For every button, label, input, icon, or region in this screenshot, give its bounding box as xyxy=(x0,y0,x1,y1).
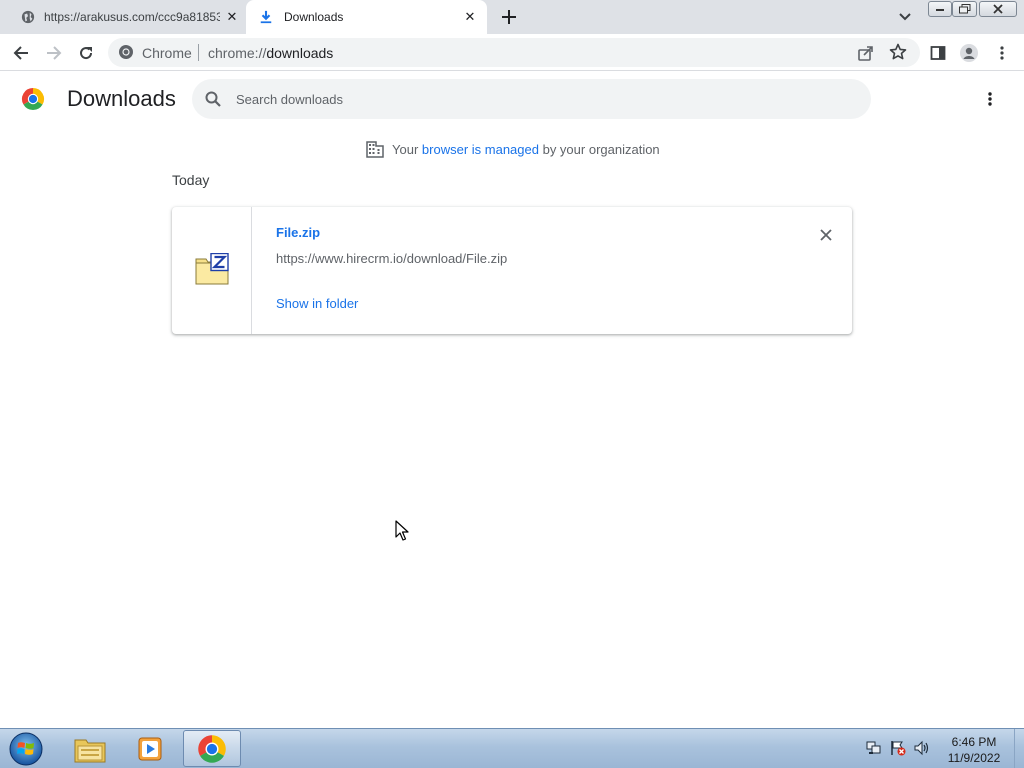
download-item: File.zip https://www.hirecrm.io/download… xyxy=(172,207,852,334)
profile-button[interactable] xyxy=(958,42,980,64)
tab-title: https://arakusus.com/ccc9a81853 xyxy=(44,10,220,24)
download-filename-link[interactable]: File.zip xyxy=(276,225,320,240)
download-icon xyxy=(258,9,274,25)
url-text[interactable]: chrome://downloads xyxy=(208,45,333,61)
site-label: Chrome xyxy=(142,45,192,61)
globe-icon xyxy=(20,9,36,25)
arrow-left-icon xyxy=(13,46,28,60)
zip-file-icon xyxy=(195,253,229,285)
plus-icon xyxy=(502,10,516,24)
volume-icon[interactable] xyxy=(914,740,930,756)
share-icon[interactable] xyxy=(857,44,875,62)
managed-suffix: by your organization xyxy=(542,141,660,157)
media-player-icon xyxy=(138,737,162,760)
taskbar-clock[interactable]: 6:46 PM 11/9/2022 xyxy=(940,734,1008,766)
building-icon xyxy=(366,141,384,158)
reload-button[interactable] xyxy=(75,42,97,64)
downloads-menu-button[interactable] xyxy=(980,89,1000,109)
reload-icon xyxy=(80,47,93,60)
close-tab-icon[interactable]: ✕ xyxy=(224,9,240,25)
url-host: downloads xyxy=(266,45,334,61)
search-input[interactable] xyxy=(236,87,836,111)
close-tab-icon[interactable]: ✕ xyxy=(462,9,478,25)
taskbar-explorer-button[interactable] xyxy=(61,730,119,767)
more-vertical-icon xyxy=(988,92,992,106)
bookmark-star-icon[interactable] xyxy=(889,43,907,61)
minimize-button[interactable] xyxy=(928,1,952,17)
minimize-icon xyxy=(936,9,944,11)
chevron-down-icon xyxy=(899,13,911,21)
arrow-right-icon xyxy=(47,46,62,60)
show-in-folder-link[interactable]: Show in folder xyxy=(276,296,358,311)
forward-button[interactable] xyxy=(43,42,65,64)
download-source-url: https://www.hirecrm.io/download/File.zip xyxy=(276,251,508,266)
side-panel-button[interactable] xyxy=(927,42,949,64)
action-center-flag-icon[interactable] xyxy=(890,740,906,756)
chrome-logo-icon xyxy=(21,88,45,111)
mouse-cursor-icon xyxy=(395,520,409,541)
show-desktop-button[interactable] xyxy=(1014,729,1024,768)
remove-download-button[interactable] xyxy=(816,225,836,245)
windows-taskbar: 6:46 PM 11/9/2022 xyxy=(0,728,1024,768)
clock-date: 11/9/2022 xyxy=(947,751,1001,765)
file-icon-column xyxy=(172,207,252,334)
taskbar-chrome-button[interactable] xyxy=(183,730,241,767)
search-downloads-box[interactable] xyxy=(192,79,871,119)
folder-icon xyxy=(74,739,106,762)
search-icon xyxy=(205,91,221,107)
clock-time: 6:46 PM xyxy=(951,735,997,749)
tab-title: Downloads xyxy=(284,10,344,24)
date-section-header: Today xyxy=(172,172,210,188)
chrome-icon xyxy=(119,45,133,59)
side-panel-icon xyxy=(930,46,946,60)
tab-downloads[interactable]: Downloads ✕ xyxy=(246,0,487,34)
omnibox-divider xyxy=(198,44,199,61)
managed-link[interactable]: browser is managed xyxy=(422,142,539,157)
address-bar[interactable]: Chrome chrome://downloads xyxy=(108,38,920,67)
restore-button[interactable] xyxy=(952,1,977,17)
browser-toolbar: Chrome chrome://downloads xyxy=(0,34,1024,71)
restore-icon xyxy=(958,4,970,14)
managed-prefix: Your xyxy=(392,141,419,157)
network-icon[interactable] xyxy=(866,740,882,756)
close-window-button[interactable] xyxy=(979,1,1017,17)
windows-start-icon[interactable] xyxy=(6,731,46,767)
chrome-menu-button[interactable] xyxy=(991,42,1013,64)
profile-icon xyxy=(960,44,978,62)
close-icon xyxy=(993,4,1003,14)
managed-notice: Your browser is managed by your organiza… xyxy=(366,140,660,158)
url-scheme: chrome:// xyxy=(208,45,267,61)
new-tab-button[interactable] xyxy=(499,7,519,27)
page-title: Downloads xyxy=(67,86,176,111)
back-button[interactable] xyxy=(10,42,32,64)
tab-arakusus[interactable]: https://arakusus.com/ccc9a81853 ✕ xyxy=(14,0,246,34)
more-vertical-icon xyxy=(1000,46,1004,60)
close-icon xyxy=(820,229,832,241)
tab-strip: https://arakusus.com/ccc9a81853 ✕ Downlo… xyxy=(0,0,1024,34)
taskbar-media-player-button[interactable] xyxy=(121,730,179,767)
chrome-icon xyxy=(198,734,226,763)
tab-search-button[interactable] xyxy=(896,8,914,26)
